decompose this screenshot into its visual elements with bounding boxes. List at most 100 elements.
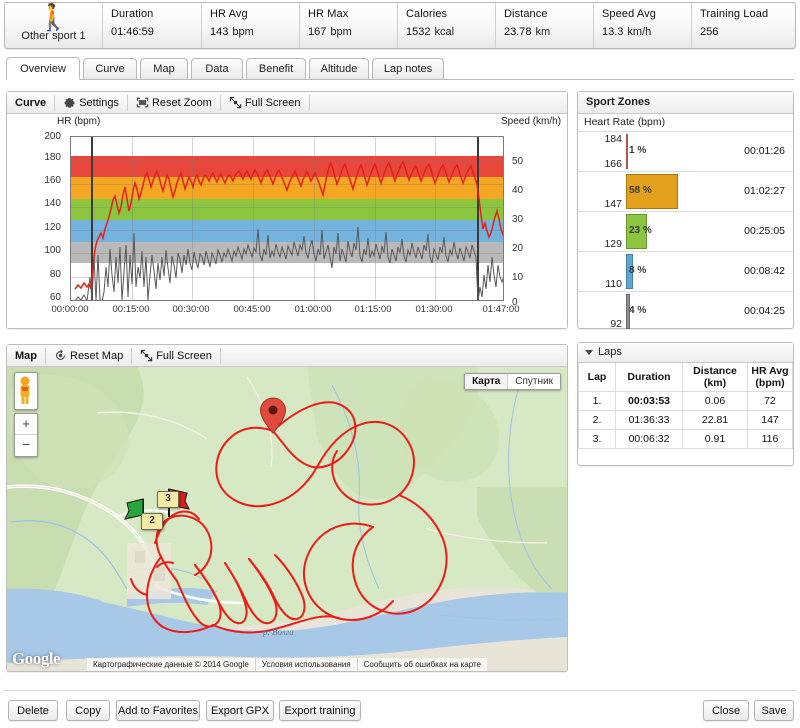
map-full-screen-button[interactable]: Full Screen	[132, 346, 220, 366]
map-type-karta[interactable]: Карта	[465, 374, 509, 389]
summary-training-load-label: Training Load	[700, 8, 769, 20]
save-button[interactable]: Save	[754, 700, 794, 721]
tab-map[interactable]: Map	[140, 58, 188, 80]
zone-bar	[626, 134, 628, 169]
table-row[interactable]: 3. 00:06:32 0.91 116	[578, 429, 793, 449]
reset-map-button[interactable]: Reset Map	[46, 346, 131, 366]
lap-flag-2[interactable]: 2	[141, 513, 163, 530]
zone-row[interactable]: 92 4 % 00:04:25	[578, 292, 793, 331]
laps-title: Laps	[598, 346, 622, 358]
sport-zones-panel: Sport Zones Heart Rate (bpm) 184 166 1 %…	[577, 91, 794, 331]
summary-distance-value: 23.78	[504, 26, 532, 38]
runner-icon: 🚶	[37, 2, 70, 32]
x-tick: 00:00:00	[51, 304, 89, 315]
summary-hr-avg-unit: bpm	[232, 26, 254, 38]
chart-plot-area[interactable]	[70, 136, 504, 301]
y-tick: 60	[49, 292, 61, 303]
settings-button-label: Settings	[79, 96, 119, 109]
zone-row[interactable]: 110 8 % 00:08:42	[578, 252, 793, 292]
lap-hr-avg: 116	[747, 429, 793, 449]
full-screen-button-label: Full Screen	[244, 96, 301, 109]
lap-hr-avg: 72	[747, 391, 793, 411]
y-tick: 180	[44, 152, 61, 163]
summary-training-load-value: 256	[700, 26, 719, 38]
settings-button[interactable]: Settings	[55, 93, 127, 113]
lap-duration: 00:03:53	[615, 391, 683, 411]
export-training-button[interactable]: Export training	[279, 700, 361, 721]
laps-header[interactable]: Laps	[578, 343, 793, 363]
map-type-sputnik[interactable]: Спутник	[508, 374, 560, 389]
lap-hr-avg: 147	[747, 410, 793, 430]
tab-benefit[interactable]: Benefit	[246, 58, 306, 80]
tab-overview[interactable]: Overview	[6, 57, 80, 80]
summary-distance-unit: km	[535, 26, 551, 38]
x-tick: 01:15:00	[354, 304, 392, 315]
copy-button[interactable]: Copy	[66, 700, 110, 721]
attribution-report-error[interactable]: Сообщить об ошибках на карте	[356, 658, 488, 671]
tab-underline	[6, 79, 794, 80]
map-graphics: р. Волга	[7, 367, 567, 671]
reset-zoom-button-label: Reset Zoom	[151, 96, 212, 109]
chart-series-svg	[74, 160, 503, 300]
summary-calories-label: Calories	[406, 8, 448, 20]
laps-panel: Laps Lap Duration Distance (km) HR Avg (bp…	[577, 342, 794, 466]
y2-tick: 40	[512, 185, 524, 196]
map-canvas[interactable]: р. Волга 3 2 + − Карта Спутник Google Ка…	[7, 367, 567, 671]
zone-lower-bound: 166	[604, 158, 622, 170]
delete-button[interactable]: Delete	[8, 700, 58, 721]
sport-name: Other sport 1	[21, 30, 86, 42]
zone-percent: 1 %	[629, 145, 647, 156]
lap-number: 3.	[578, 429, 616, 449]
summary-sport: 🚶 Other sport 1	[5, 3, 103, 48]
summary-hr-max-value: 167	[308, 26, 327, 38]
lap-distance: 0.06	[682, 391, 748, 411]
laps-col-hr-avg: HR Avg (bpm)	[747, 363, 793, 392]
zoom-out-button[interactable]: −	[15, 435, 37, 455]
map-type-buttons: Карта Спутник	[464, 373, 561, 390]
zone-lower-bound: 147	[604, 198, 622, 210]
attribution-terms[interactable]: Условия использования	[254, 658, 357, 671]
curve-panel-title: Curve	[15, 96, 47, 109]
chevron-down-icon[interactable]	[585, 350, 593, 355]
chart-y2-axis-title: Speed (km/h)	[501, 116, 562, 127]
tab-curve[interactable]: Curve	[83, 58, 137, 80]
y-tick: 140	[44, 198, 61, 209]
map-zoom-control[interactable]: + −	[14, 413, 38, 457]
summary-speed-avg-label: Speed Avg	[602, 8, 656, 20]
y2-tick: 10	[512, 272, 524, 283]
map-attribution: Картографические данные © 2014 Google Ус…	[7, 658, 567, 671]
zone-row[interactable]: 184 166 1 % 00:01:26	[578, 132, 793, 172]
summary-duration-label: Duration	[111, 8, 154, 20]
zone-row[interactable]: 147 58 % 01:02:27	[578, 172, 793, 212]
reset-map-icon	[54, 349, 67, 362]
tab-altitude[interactable]: Altitude	[309, 58, 369, 80]
add-to-favorites-button[interactable]: Add to Favorites	[116, 700, 200, 721]
summary-calories-value: 1532	[406, 26, 431, 38]
heart-rate-series	[74, 160, 503, 290]
lap-distance: 22.81	[682, 410, 748, 430]
table-row[interactable]: 2. 01:36:33 22.81 147	[578, 410, 793, 430]
table-row[interactable]: 1. 00:03:53 0.06 72	[578, 391, 793, 411]
summary-hr-avg-label: HR Avg	[210, 8, 248, 20]
footer-divider	[4, 690, 796, 691]
zoom-in-button[interactable]: +	[15, 414, 37, 435]
laps-col-distance: Distance (km)	[682, 363, 748, 392]
export-gpx-button[interactable]: Export GPX	[206, 700, 274, 721]
summary-calories-unit: kcal	[434, 26, 455, 38]
pegman-control[interactable]	[14, 372, 38, 410]
reset-zoom-button[interactable]: Reset Zoom	[128, 93, 220, 113]
full-screen-button[interactable]: Full Screen	[221, 93, 309, 113]
x-tick: 00:15:00	[112, 304, 150, 315]
tab-data[interactable]: Data	[191, 58, 243, 80]
hr-speed-chart[interactable]: HR (bpm) Speed (km/h) 200 180 160 140 12…	[7, 114, 567, 328]
summary-distance: Distance 23.78 km	[496, 3, 594, 48]
y2-tick: 50	[512, 156, 524, 167]
lap-number: 1.	[578, 391, 616, 411]
tab-lap-notes[interactable]: Lap notes	[372, 58, 444, 80]
zone-row[interactable]: 129 23 % 00:25:05	[578, 212, 793, 252]
lap-flag-3[interactable]: 3	[157, 491, 179, 508]
summary-speed-avg-unit: km/h	[627, 26, 652, 38]
reset-zoom-icon	[136, 96, 149, 109]
close-button[interactable]: Close	[703, 700, 749, 721]
toolbar-divider	[219, 347, 221, 364]
